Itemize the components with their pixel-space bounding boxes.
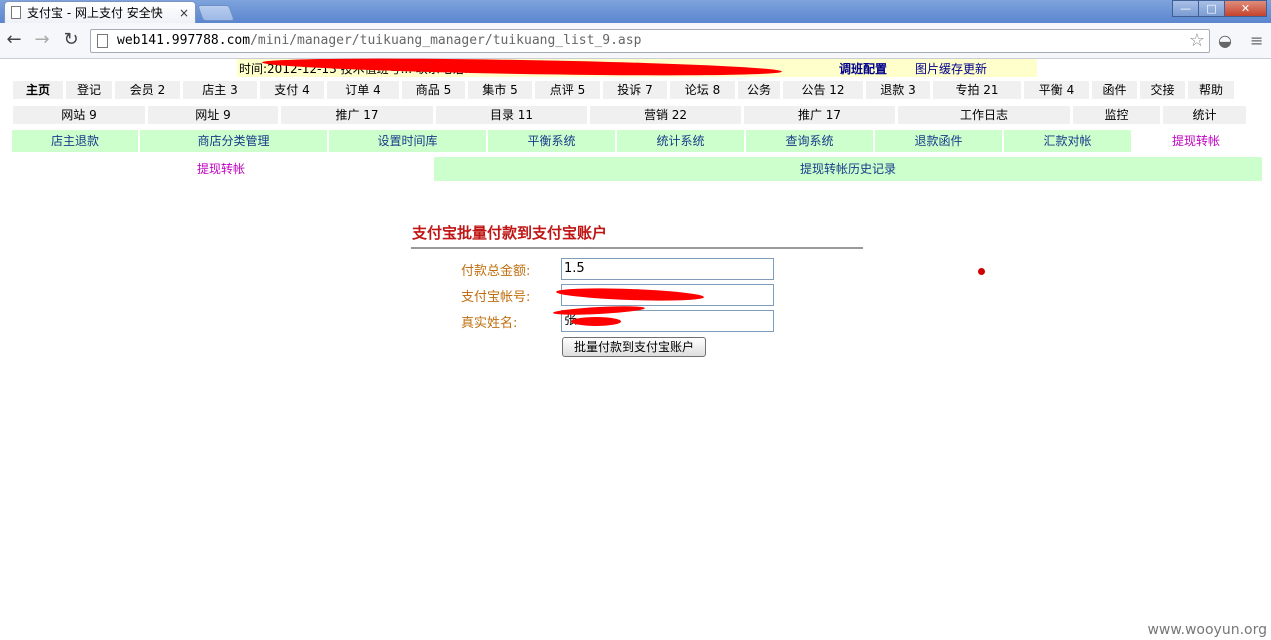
nav-item[interactable]: 统计	[1163, 106, 1246, 124]
nav-item[interactable]: 投诉 7	[603, 81, 667, 99]
nav-item[interactable]: 函件	[1092, 81, 1137, 99]
nav-item[interactable]: 目录 11	[436, 106, 587, 124]
nav-tool-item[interactable]: 统计系统	[617, 130, 744, 152]
url-path: /mini/manager/tuikuang_manager/tuikuang_…	[250, 33, 642, 48]
nav-item[interactable]: 商品 5	[402, 81, 465, 99]
browser-toolbar: ← → ↻ web141.997788.com/mini/manager/tui…	[0, 23, 1271, 59]
nav-row-withdraw: 提现转帐 提现转帐历史记录	[12, 157, 1264, 181]
nav-row-tools: 店主退款 商店分类管理 设置时间库 平衡系统 统计系统 查询系统 退款函件 汇款…	[12, 130, 1261, 152]
nav-item[interactable]: 帮助	[1188, 81, 1234, 99]
tab-title: 支付宝 - 网上支付 安全快	[27, 6, 163, 20]
nav-item[interactable]: 营销 22	[590, 106, 741, 124]
nav-item[interactable]: 交接	[1140, 81, 1185, 99]
redaction-mark	[571, 317, 621, 326]
title-divider	[411, 247, 863, 249]
nav-item[interactable]: 监控	[1073, 106, 1160, 124]
reload-icon[interactable]: ↻	[61, 30, 81, 50]
nav-item[interactable]: 公告 12	[783, 81, 863, 99]
nav-item[interactable]: 网站 9	[13, 106, 145, 124]
forward-arrow-icon[interactable]: →	[32, 30, 52, 50]
nav-tool-item[interactable]: 查询系统	[746, 130, 873, 152]
url-host: web141.997788.com	[117, 33, 251, 48]
nav-item[interactable]: 点评 5	[535, 81, 600, 99]
nav-tool-item-active[interactable]: 提现转帐	[1133, 130, 1259, 152]
cache-refresh-link[interactable]: 图片缓存更新	[915, 60, 987, 77]
nav-item[interactable]: 退款 3	[866, 81, 930, 99]
batch-pay-button[interactable]: 批量付款到支付宝账户	[562, 337, 706, 357]
nav-tool-item[interactable]: 退款函件	[875, 130, 1002, 152]
withdraw-history-tab[interactable]: 提现转帐历史记录	[434, 157, 1262, 181]
address-bar[interactable]: web141.997788.com/mini/manager/tuikuang_…	[90, 29, 1210, 53]
nav-item[interactable]: 订单 4	[327, 81, 399, 99]
new-tab-button[interactable]	[197, 5, 235, 21]
realname-label: 真实姓名:	[461, 316, 518, 331]
nav-item[interactable]: 工作日志	[898, 106, 1070, 124]
window-close-button[interactable]: ✕	[1224, 0, 1267, 17]
nav-item[interactable]: 推广 17	[744, 106, 895, 124]
nav-item[interactable]: 支付 4	[260, 81, 324, 99]
nav-tool-item[interactable]: 商店分类管理	[140, 130, 327, 152]
page-icon	[11, 6, 21, 19]
profile-icon[interactable]: ◒	[1218, 31, 1232, 50]
nav-item[interactable]: 店主 3	[183, 81, 257, 99]
amount-input[interactable]: 1.5	[561, 258, 774, 280]
amount-label: 付款总金额:	[461, 264, 531, 279]
nav-tool-item[interactable]: 店主退款	[12, 130, 138, 152]
maximize-button[interactable]: □	[1198, 0, 1225, 17]
nav-item[interactable]: 平衡 4	[1024, 81, 1089, 99]
url-text[interactable]: web141.997788.com/mini/manager/tuikuang_…	[117, 33, 641, 48]
back-arrow-icon[interactable]: ←	[4, 30, 24, 50]
minimize-button[interactable]: —	[1172, 0, 1199, 17]
config-link[interactable]: 调班配置	[839, 60, 887, 77]
nav-item[interactable]: 主页	[13, 81, 63, 99]
red-dot	[978, 268, 985, 275]
watermark: www.wooyun.org	[1147, 622, 1267, 638]
nav-item[interactable]: 登记	[66, 81, 112, 99]
account-label: 支付宝帐号:	[461, 290, 531, 305]
bookmark-star-icon[interactable]: ☆	[1189, 30, 1205, 51]
form-title: 支付宝批量付款到支付宝账户	[412, 224, 608, 242]
nav-item[interactable]: 网址 9	[148, 106, 278, 124]
nav-tool-item[interactable]: 汇款对帐	[1004, 130, 1131, 152]
nav-item[interactable]: 论坛 8	[670, 81, 735, 99]
nav-tool-item[interactable]: 平衡系统	[488, 130, 615, 152]
nav-row-secondary: 网站 9 网址 9 推广 17 目录 11 营销 22 推广 17 工作日志 监…	[13, 106, 1249, 124]
menu-icon[interactable]: ≡	[1250, 31, 1263, 50]
nav-item[interactable]: 会员 2	[115, 81, 180, 99]
nav-item[interactable]: 集市 5	[468, 81, 532, 99]
nav-item[interactable]: 推广 17	[281, 106, 433, 124]
page-icon	[97, 34, 108, 48]
nav-item[interactable]: 专拍 21	[933, 81, 1021, 99]
nav-tool-item[interactable]: 设置时间库	[329, 130, 486, 152]
browser-titlebar: 支付宝 - 网上支付 安全快 × — □ ✕	[0, 0, 1271, 23]
withdraw-tab-active[interactable]: 提现转帐	[12, 157, 430, 181]
nav-row-main: 主页 登记 会员 2 店主 3 支付 4 订单 4 商品 5 集市 5 点评 5…	[13, 81, 1237, 99]
tab-close-icon[interactable]: ×	[179, 6, 189, 20]
browser-tab[interactable]: 支付宝 - 网上支付 安全快 ×	[4, 1, 196, 23]
nav-item[interactable]: 公务	[738, 81, 780, 99]
